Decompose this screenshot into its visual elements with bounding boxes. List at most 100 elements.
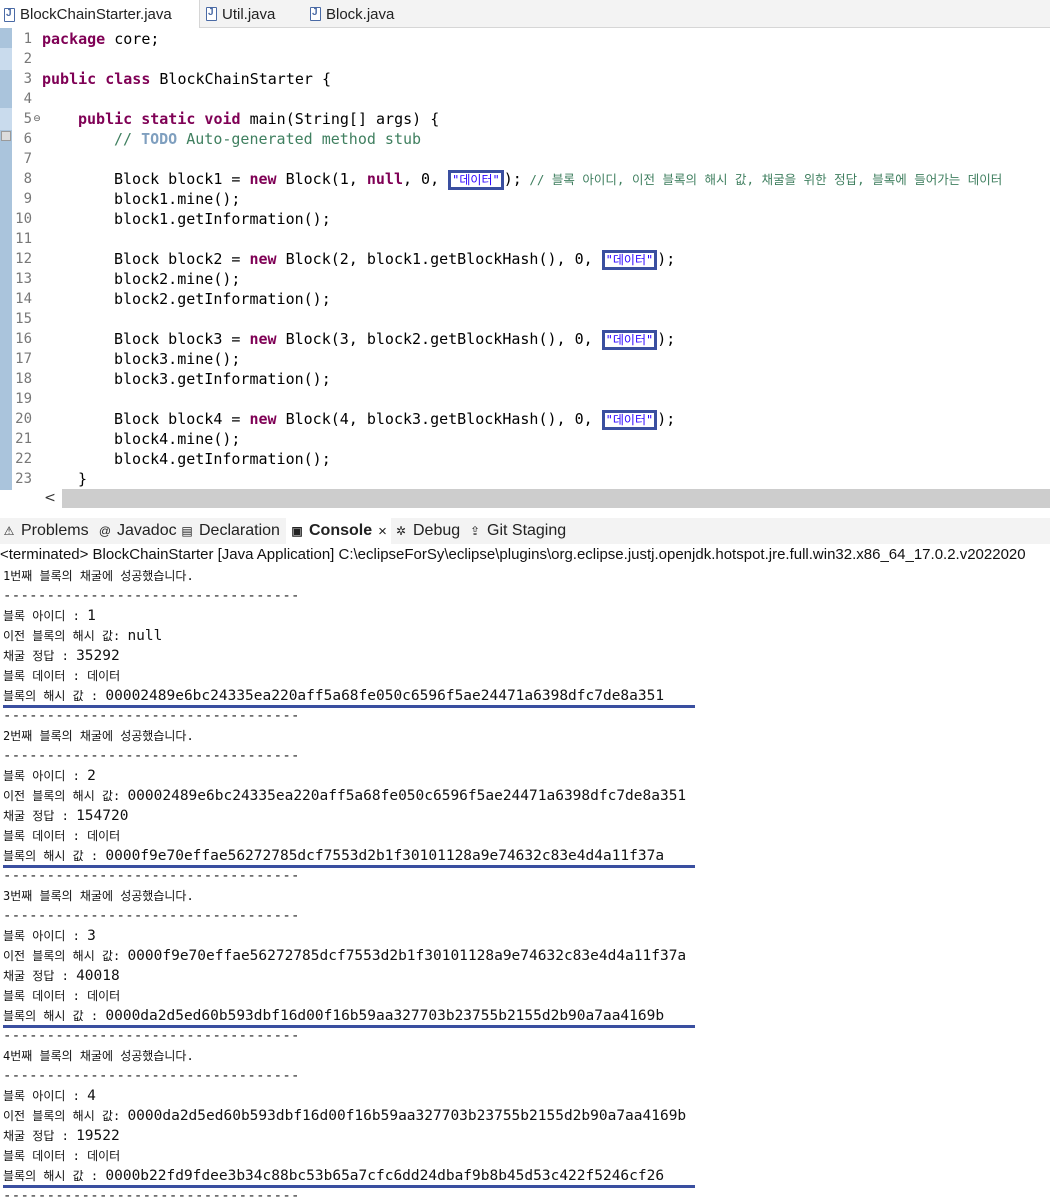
console-icon: ▣ [291, 524, 303, 538]
code-line: public static void main(String[] args) { [78, 110, 440, 128]
code-line: public class BlockChainStarter { [42, 70, 331, 88]
code-line: Block block1 = new Block(1, null, 0, "데이… [114, 170, 1003, 190]
line-number: 16 [15, 331, 32, 347]
data-string-highlight: "데이터" [601, 410, 658, 430]
editor-tab-bar: BlockChainStarter.java Util.java Block.j… [0, 0, 1050, 29]
data-string-highlight: "데이터" [601, 330, 658, 350]
console-separator: ---------------------------------- [3, 908, 300, 924]
close-icon[interactable]: × [378, 523, 387, 540]
code-line: block3.mine(); [114, 350, 241, 368]
tab-label: Block.java [326, 5, 395, 23]
warning-marker-icon [1, 131, 11, 141]
line-number: 17 [15, 351, 32, 367]
at-icon: @ [98, 524, 112, 538]
code-line: block1.getInformation(); [114, 210, 331, 228]
console-status: <terminated> BlockChainStarter [Java App… [0, 546, 1026, 563]
tab-javadoc[interactable]: @ Javadoc [98, 518, 177, 544]
console-separator: ---------------------------------- [3, 708, 300, 724]
console-hash-line: 블록의 해시 값 : 0000b22fd9fdee3b34c88bc53b65a… [3, 1168, 665, 1184]
console-line: 이전 블록의 해시 값: 0000f9e70effae56272785dcf75… [3, 948, 687, 964]
line-number: 22 [15, 451, 32, 467]
console-hash-line: 블록의 해시 값 : 0000f9e70effae56272785dcf7553… [3, 848, 665, 864]
console-output[interactable]: 1번째 블록의 채굴에 성공했습니다. --------------------… [0, 566, 1050, 1200]
editor-ruler [0, 28, 12, 490]
console-line: 채굴 정답 : 154720 [3, 808, 129, 824]
code-line: block2.mine(); [114, 270, 241, 288]
code-line: block2.getInformation(); [114, 290, 331, 308]
code-line: package core; [42, 30, 160, 48]
java-file-icon [4, 7, 15, 22]
console-line: 블록 데이터 : 데이터 [3, 669, 121, 683]
line-number: 18 [15, 371, 32, 387]
code-line: block1.mine(); [114, 190, 241, 208]
console-line: 이전 블록의 해시 값: 00002489e6bc24335ea220aff5a… [3, 788, 687, 804]
console-separator: ---------------------------------- [3, 868, 300, 884]
console-line: 채굴 정답 : 19522 [3, 1128, 120, 1144]
console-line: 블록 데이터 : 데이터 [3, 989, 121, 1003]
tab-label: Util.java [222, 5, 276, 23]
tab-label: BlockChainStarter.java [20, 6, 172, 23]
line-number: 7 [23, 151, 32, 167]
console-line: 4번째 블록의 채굴에 성공했습니다. [3, 1049, 194, 1063]
console-line: 이전 블록의 해시 값: 0000da2d5ed60b593dbf16d00f1… [3, 1108, 687, 1124]
line-number: 6 [23, 131, 32, 147]
view-tab-bar: ⚠ Problems @ Javadoc ▤ Declaration ▣ Console… [0, 518, 1050, 544]
git-staging-icon: ⇪ [469, 524, 481, 538]
console-hash-line: 블록의 해시 값 : 0000da2d5ed60b593dbf16d00f16b… [3, 1008, 665, 1024]
console-line: 채굴 정답 : 35292 [3, 648, 120, 664]
tab-debug[interactable]: ✲ Debug [394, 518, 460, 544]
console-line: 3번째 블록의 채굴에 성공했습니다. [3, 889, 194, 903]
console-hash-line: 블록의 해시 값 : 00002489e6bc24335ea220aff5a68… [3, 688, 665, 704]
console-line: 블록 데이터 : 데이터 [3, 829, 121, 843]
console-line: 2번째 블록의 채굴에 성공했습니다. [3, 729, 194, 743]
code-line: } [78, 470, 88, 488]
line-number: 5 [23, 111, 32, 127]
tab-declaration[interactable]: ▤ Declaration [180, 518, 280, 544]
line-number: 15 [15, 311, 32, 327]
line-number: 13 [15, 271, 32, 287]
declaration-icon: ▤ [181, 524, 193, 538]
line-number: 12 [15, 251, 32, 267]
line-number: 11 [15, 231, 32, 247]
code-line: block4.mine(); [114, 430, 241, 448]
tab-block-java[interactable]: Block.java [310, 0, 420, 28]
line-number: 3 [23, 71, 32, 87]
console-separator: ---------------------------------- [3, 1068, 300, 1084]
console-separator: ---------------------------------- [3, 588, 300, 604]
line-number: 8 [23, 171, 32, 187]
line-number: 9 [23, 191, 32, 207]
console-line: 블록 아이디 : 4 [3, 1088, 96, 1104]
console-line: 블록 아이디 : 2 [3, 768, 96, 784]
code-line: Block block3 = new Block(3, block2.getBl… [114, 330, 676, 350]
line-number: 10 [15, 211, 32, 227]
console-separator: ---------------------------------- [3, 1188, 300, 1200]
console-line: 이전 블록의 해시 값: null [3, 628, 163, 644]
code-line: block3.getInformation(); [114, 370, 331, 388]
scroll-left-icon[interactable]: < [42, 489, 58, 508]
code-editor[interactable]: 1 2 3 4 5 6 7 8 9 10 11 12 13 14 15 16 1… [0, 28, 1050, 490]
console-line: 채굴 정답 : 40018 [3, 968, 120, 984]
code-line: // TODO Auto-generated method stub [114, 130, 422, 148]
bug-icon: ✲ [395, 524, 407, 538]
tab-git-staging[interactable]: ⇪ Git Staging [468, 518, 566, 544]
line-number: 23 [15, 471, 32, 487]
code-line: block4.getInformation(); [114, 450, 331, 468]
line-number: 14 [15, 291, 32, 307]
line-number: 19 [15, 391, 32, 407]
fold-toggle-icon[interactable]: ⊖ [32, 109, 42, 129]
code-line: Block block4 = new Block(4, block3.getBl… [114, 410, 676, 430]
console-line: 1번째 블록의 채굴에 성공했습니다. [3, 569, 194, 583]
tab-util-java[interactable]: Util.java [206, 0, 306, 28]
console-separator: ---------------------------------- [3, 748, 300, 764]
tab-problems[interactable]: ⚠ Problems [2, 518, 89, 544]
line-number: 1 [23, 31, 32, 47]
console-line: 블록 아이디 : 3 [3, 928, 96, 944]
console-line: 블록 데이터 : 데이터 [3, 1149, 121, 1163]
console-line: 블록 아이디 : 1 [3, 608, 96, 624]
data-string-highlight: "데이터" [601, 250, 658, 270]
tab-console[interactable]: ▣ Console × [286, 518, 391, 544]
code-line: Block block2 = new Block(2, block1.getBl… [114, 250, 676, 270]
tab-blockchainstarter-java[interactable]: BlockChainStarter.java [0, 0, 200, 29]
horizontal-scrollbar[interactable] [62, 489, 1050, 508]
java-file-icon [310, 7, 321, 21]
